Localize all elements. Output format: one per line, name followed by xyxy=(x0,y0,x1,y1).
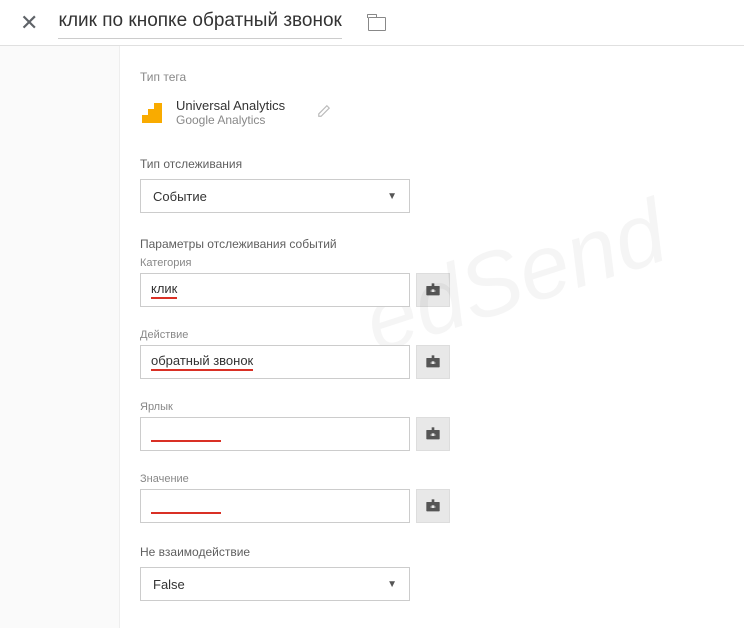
sidebar xyxy=(0,46,120,628)
chevron-down-icon: ▼ xyxy=(387,191,397,202)
close-icon[interactable]: ✕ xyxy=(20,12,38,34)
value-input[interactable] xyxy=(140,489,410,523)
value-underline xyxy=(151,512,221,514)
event-params-label: Параметры отслеживания событий xyxy=(140,237,724,251)
tracking-type-label: Тип отслеживания xyxy=(140,157,724,171)
tag-type-name: Universal Analytics xyxy=(176,98,285,113)
value-label: Значение xyxy=(140,473,724,485)
tracking-type-select[interactable]: Событие ▼ xyxy=(140,179,410,213)
chevron-down-icon: ▼ xyxy=(387,579,397,590)
category-label: Категория xyxy=(140,257,724,269)
action-label: Действие xyxy=(140,329,724,341)
ticket-label: Ярлык xyxy=(140,401,724,413)
ticket-input[interactable] xyxy=(140,417,410,451)
header: ✕ клик по кнопке обратный звонок xyxy=(0,0,744,46)
content: edSend Тип тега Universal Analytics Goog… xyxy=(120,46,744,628)
edit-icon[interactable] xyxy=(317,104,331,121)
no-interaction-select[interactable]: False ▼ xyxy=(140,567,410,601)
category-value: клик xyxy=(151,281,177,299)
tracking-type-value: Событие xyxy=(153,189,207,204)
no-interaction-value: False xyxy=(153,577,185,592)
tag-type-sub: Google Analytics xyxy=(176,113,285,127)
value-variable-button[interactable] xyxy=(416,489,450,523)
page-title[interactable]: клик по кнопке обратный звонок xyxy=(58,6,341,39)
universal-analytics-icon xyxy=(140,101,164,125)
folder-icon[interactable] xyxy=(368,17,386,31)
action-input[interactable]: обратный звонок xyxy=(140,345,410,379)
tag-type-label: Тип тега xyxy=(140,70,724,84)
no-interaction-label: Не взаимодействие xyxy=(140,545,724,559)
category-variable-button[interactable] xyxy=(416,273,450,307)
action-value: обратный звонок xyxy=(151,353,253,371)
tag-type-row: Universal Analytics Google Analytics xyxy=(140,98,724,127)
ticket-underline xyxy=(151,440,221,442)
action-variable-button[interactable] xyxy=(416,345,450,379)
category-input[interactable]: клик xyxy=(140,273,410,307)
ticket-variable-button[interactable] xyxy=(416,417,450,451)
